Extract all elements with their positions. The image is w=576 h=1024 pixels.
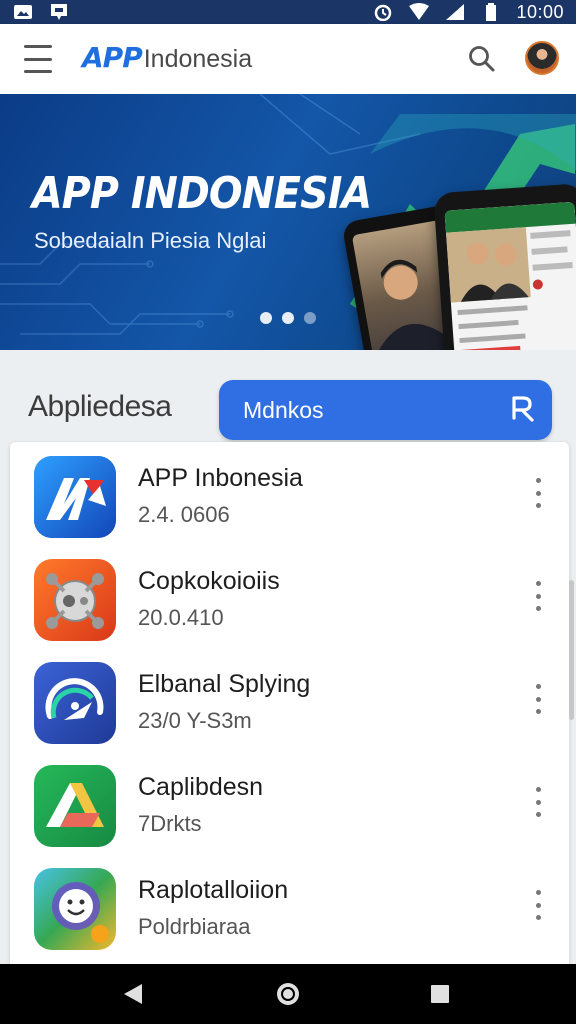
more-options-icon[interactable] (530, 890, 546, 920)
logo-name-text: Indonesia (143, 45, 253, 73)
app-version: 20.0.410 (138, 605, 224, 630)
carousel-dot-3[interactable] (304, 312, 316, 324)
signal-icon (444, 3, 466, 21)
promo-banner[interactable]: APP INDONESIA Sobedaialn Piesia Nglai (0, 94, 576, 350)
more-options-icon[interactable] (530, 581, 546, 611)
search-pill-label: Mdnkos (243, 396, 324, 423)
app-version: 7Drkts (138, 811, 202, 836)
app-bar: APP Indonesia (0, 24, 576, 94)
app-list: APP Inbonesia 2.4. 0606 Copkokoioiis 20.… (10, 442, 569, 964)
carousel-dot-1[interactable] (260, 312, 272, 324)
status-bar: 10:00 (0, 0, 576, 24)
battery-icon (480, 3, 502, 21)
app-name: Caplibdesn (138, 773, 264, 801)
apps-search-button[interactable]: Mdnkos (219, 380, 552, 440)
notification-icon (48, 3, 70, 21)
scrollbar[interactable] (569, 580, 574, 720)
more-options-icon[interactable] (530, 478, 546, 508)
apps-section-header: Abpliedesa Mdnkos (0, 350, 576, 450)
more-options-icon[interactable] (530, 787, 546, 817)
app-version: 2.4. 0606 (138, 502, 230, 527)
drive-triangle-icon (34, 765, 116, 847)
carousel-indicator (260, 312, 316, 324)
phone-mockup-right (433, 183, 576, 350)
search-r-icon (508, 394, 538, 424)
list-item[interactable]: Raplotalloiion Poldrbiaraa (10, 854, 569, 957)
list-item[interactable]: Elbanal Splying 23/0 Y-S3m (10, 648, 569, 751)
user-avatar[interactable] (525, 41, 559, 75)
hamburger-menu-icon[interactable] (24, 45, 56, 73)
app-name: Raplotalloiion (138, 876, 289, 904)
smiley-camera-icon (34, 868, 116, 950)
banner-subtitle: Sobedaialn Piesia Nglai (34, 228, 267, 253)
home-circle-icon[interactable] (274, 980, 302, 1008)
robot-icon (34, 559, 116, 641)
banner-title: APP INDONESIA (32, 168, 372, 219)
app-version: Poldrbiaraa (138, 914, 251, 939)
app-indonesia-icon (34, 456, 116, 538)
app-version: 23/0 Y-S3m (138, 708, 252, 733)
back-triangle-icon[interactable] (120, 980, 148, 1008)
alarm-icon (372, 3, 394, 21)
wifi-icon (408, 3, 430, 21)
carousel-dot-2[interactable] (282, 312, 294, 324)
logo-app-text: APP (82, 41, 143, 74)
app-logo[interactable]: APP Indonesia (82, 41, 252, 74)
list-item[interactable]: Copkokoioiis 20.0.410 (10, 545, 569, 648)
app-name: APP Inbonesia (138, 464, 303, 492)
section-title: Abpliedesa (28, 390, 172, 423)
image-icon (12, 3, 34, 21)
recents-square-icon[interactable] (426, 980, 454, 1008)
app-name: Copkokoioiis (138, 567, 280, 595)
system-nav-bar (0, 964, 576, 1024)
list-item[interactable]: Caplibdesn 7Drkts (10, 751, 569, 854)
list-item[interactable]: APP Inbonesia 2.4. 0606 (10, 442, 569, 545)
more-options-icon[interactable] (530, 684, 546, 714)
search-icon[interactable] (466, 43, 498, 75)
speedometer-icon (34, 662, 116, 744)
app-name: Elbanal Splying (138, 670, 311, 698)
status-time: 10:00 (516, 1, 564, 22)
